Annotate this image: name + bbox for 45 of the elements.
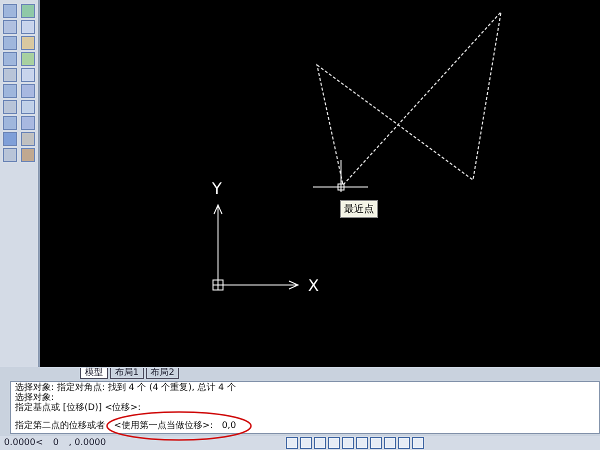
y-axis-label: Y	[212, 179, 222, 198]
tool-icon[interactable]	[3, 148, 17, 162]
status-toggle-icon[interactable]	[342, 437, 354, 450]
status-toggle-icon[interactable]	[300, 437, 312, 450]
tool-icon[interactable]	[21, 68, 35, 82]
status-toggle-icon[interactable]	[328, 437, 340, 450]
tool-icon[interactable]	[21, 20, 35, 34]
tool-icon[interactable]	[21, 84, 35, 98]
command-line: 指定第二点的位移或者 <使用第一点当做位移>: 0,0	[15, 420, 236, 431]
tool-icon[interactable]	[3, 132, 17, 146]
status-toggle-icon[interactable]	[398, 437, 410, 450]
tool-icon[interactable]	[21, 116, 35, 130]
tool-icon[interactable]	[3, 100, 17, 114]
tool-icon[interactable]	[3, 4, 17, 18]
ucs-axis-icon	[212, 204, 300, 290]
status-toggle-icon[interactable]	[286, 437, 298, 450]
tool-icon[interactable]	[3, 52, 17, 66]
coordinate-readout: 0.0000<	[4, 438, 44, 448]
tool-icon[interactable]	[3, 84, 17, 98]
coordinate-readout: 0	[53, 438, 59, 448]
tool-icon[interactable]	[3, 116, 17, 130]
tool-icon[interactable]	[3, 36, 17, 50]
command-line: 指定基点或 [位移(D)] <位移>:	[15, 402, 141, 413]
tool-icon[interactable]	[21, 100, 35, 114]
tool-icon[interactable]	[3, 68, 17, 82]
layout-tab[interactable]: 模型	[80, 368, 108, 379]
tool-icon[interactable]	[21, 148, 35, 162]
layout-tab[interactable]: 布局2	[146, 368, 180, 379]
command-line: 选择对象: 指定对角点: 找到 4 个 (4 个重复), 总计 4 个	[15, 382, 236, 393]
layout-tab[interactable]: 布局1	[110, 368, 144, 379]
status-toggle-icon[interactable]	[314, 437, 326, 450]
tool-icon[interactable]	[21, 4, 35, 18]
command-line: 选择对象:	[15, 392, 54, 403]
coordinate-readout: , 0.0000	[68, 438, 106, 448]
status-toggle-icon[interactable]	[356, 437, 368, 450]
crosshair-cursor	[312, 160, 368, 192]
status-toggle-icon[interactable]	[370, 437, 382, 450]
osnap-tooltip: 最近点	[340, 200, 378, 218]
tool-icon[interactable]	[3, 20, 17, 34]
x-axis-label: X	[308, 276, 319, 295]
status-toggle-icon[interactable]	[384, 437, 396, 450]
status-toggle-icon[interactable]	[412, 437, 424, 450]
tool-icon[interactable]	[21, 132, 35, 146]
tool-icon[interactable]	[21, 52, 35, 66]
tool-icon[interactable]	[21, 36, 35, 50]
